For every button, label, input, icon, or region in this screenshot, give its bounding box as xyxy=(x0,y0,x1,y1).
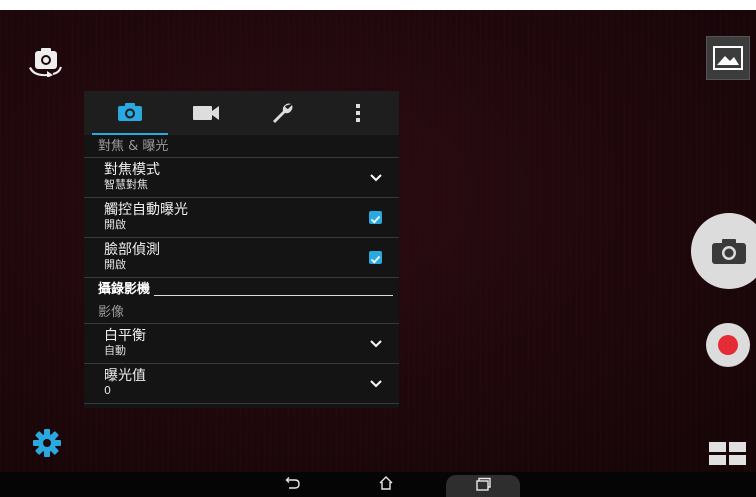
switch-camera-icon[interactable] xyxy=(29,47,69,78)
touch-auto-exposure-row[interactable]: 觸控自動曝光 開啟 xyxy=(84,198,399,238)
exposure-value-label: 曝光值 xyxy=(104,368,146,384)
video-camera-icon xyxy=(193,106,219,120)
settings-list: 對焦 & 曝光 對焦模式 智慧對焦 觸控自動曝光 開啟 臉部偵測 開啟 攝錄影機… xyxy=(84,136,399,408)
focus-mode-label: 對焦模式 xyxy=(104,162,160,178)
face-detection-checkbox[interactable] xyxy=(369,251,382,264)
face-detection-label: 臉部偵測 xyxy=(104,242,160,258)
focus-mode-value: 智慧對焦 xyxy=(104,178,148,191)
camera-icon xyxy=(118,103,142,121)
section-video-recorder: 攝錄影機 xyxy=(84,278,399,302)
chevron-down-icon[interactable] xyxy=(369,171,383,185)
section-focus-exposure: 對焦 & 曝光 xyxy=(84,136,399,158)
wrench-icon xyxy=(273,103,293,123)
gear-icon[interactable] xyxy=(32,428,62,458)
touch-auto-exposure-label: 觸控自動曝光 xyxy=(104,202,188,218)
recent-apps-icon xyxy=(476,477,491,491)
face-detection-value: 開啟 xyxy=(104,258,126,271)
home-icon xyxy=(379,476,393,490)
divider xyxy=(154,295,393,296)
system-navigation-bar xyxy=(0,472,756,497)
camera-viewfinder[interactable]: 對焦 & 曝光 對焦模式 智慧對焦 觸控自動曝光 開啟 臉部偵測 開啟 攝錄影機… xyxy=(0,10,756,472)
chevron-down-icon[interactable] xyxy=(369,337,383,351)
white-balance-label: 白平衡 xyxy=(104,328,146,344)
checkmark-icon xyxy=(370,255,381,264)
checkmark-icon xyxy=(370,215,381,224)
touch-auto-exposure-value: 開啟 xyxy=(104,218,126,231)
camera-icon xyxy=(712,239,746,264)
white-balance-row[interactable]: 白平衡 自動 xyxy=(84,324,399,364)
partially-hidden-row xyxy=(84,404,399,408)
tab-more[interactable] xyxy=(320,91,396,135)
exposure-value-row[interactable]: 曝光值 0 xyxy=(84,364,399,404)
back-icon xyxy=(285,477,300,489)
home-button[interactable] xyxy=(372,475,400,497)
back-button[interactable] xyxy=(278,475,306,497)
gallery-icon[interactable] xyxy=(706,36,750,80)
section-image: 影像 xyxy=(84,302,399,324)
tab-video[interactable] xyxy=(168,91,244,135)
touch-auto-exposure-checkbox[interactable] xyxy=(369,211,382,224)
tab-camera[interactable] xyxy=(92,91,168,135)
mode-grid-icon[interactable] xyxy=(709,442,747,466)
shutter-button[interactable] xyxy=(691,213,756,289)
tab-tools[interactable] xyxy=(244,91,320,135)
record-icon xyxy=(718,335,738,355)
exposure-value-value: 0 xyxy=(104,384,111,397)
record-button[interactable] xyxy=(706,323,750,367)
recent-apps-button[interactable] xyxy=(446,475,520,497)
chevron-down-icon[interactable] xyxy=(369,377,383,391)
focus-mode-row[interactable]: 對焦模式 智慧對焦 xyxy=(84,158,399,198)
settings-tab-bar xyxy=(84,91,399,135)
video-recorder-label: 攝錄影機 xyxy=(98,282,151,297)
face-detection-row[interactable]: 臉部偵測 開啟 xyxy=(84,238,399,278)
white-balance-value: 自動 xyxy=(104,344,126,357)
camera-settings-panel: 對焦 & 曝光 對焦模式 智慧對焦 觸控自動曝光 開啟 臉部偵測 開啟 攝錄影機… xyxy=(84,91,399,408)
more-vertical-icon xyxy=(356,104,360,122)
